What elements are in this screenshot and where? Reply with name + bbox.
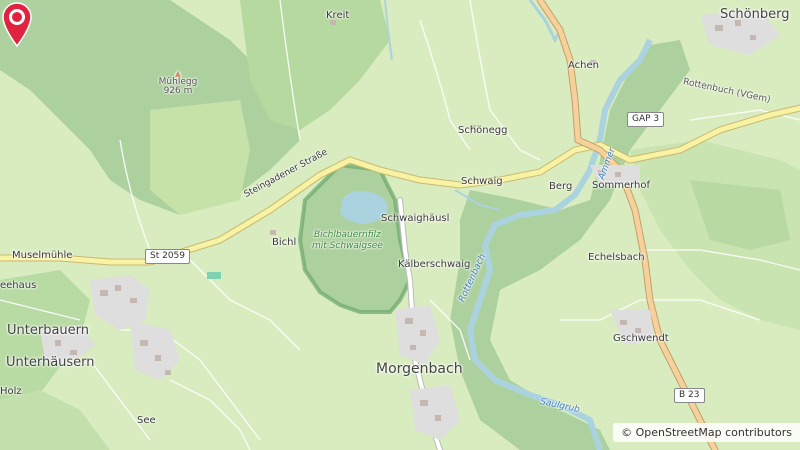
label-muselmuehle: Muselmühle — [12, 250, 73, 261]
label-schwaig: Schwaig — [461, 176, 503, 187]
label-unterhaeusern: Unterhäusern — [6, 355, 95, 370]
label-kreit: Kreit — [326, 10, 350, 21]
label-schwaighaeusl: Schwaighäusl — [381, 213, 450, 224]
label-echelsbach: Echelsbach — [588, 252, 645, 263]
label-schoenberg: Schönberg — [720, 7, 790, 22]
label-reserve-line1: Bichlbauernfilz — [314, 230, 381, 240]
label-gschwendt: Gschwendt — [613, 333, 669, 344]
shield-gap3: GAP 3 — [627, 112, 665, 127]
label-holz: Holz — [0, 386, 22, 397]
label-morgenbach: Morgenbach — [376, 361, 463, 377]
label-see: See — [137, 415, 156, 426]
label-eehaus: eehaus — [0, 280, 37, 291]
peak-muehlegg: ▲ Mühlegg 926 m — [150, 70, 206, 96]
map-canvas[interactable]: ▲ Mühlegg 926 m Kreit Schönberg Achen Sc… — [0, 0, 800, 450]
label-kaelberschwaig: Kälberschwaig — [398, 259, 471, 270]
label-reserve-line2: mit Schwaigsee — [312, 241, 383, 251]
label-sommerhof: Sommerhof — [592, 180, 651, 191]
map-base-layer — [0, 0, 800, 450]
attribution: © OpenStreetMap contributors — [613, 423, 800, 442]
label-achen: Achen — [568, 60, 599, 71]
copyright-symbol: © — [621, 426, 633, 439]
shield-st2059: St 2059 — [145, 249, 191, 264]
location-pin-icon[interactable] — [0, 0, 34, 48]
label-schoenegg: Schönegg — [458, 125, 508, 136]
label-berg: Berg — [549, 181, 573, 192]
label-bichl: Bichl — [272, 237, 297, 248]
peak-elevation: 926 m — [163, 86, 193, 96]
attribution-link[interactable]: OpenStreetMap contributors — [636, 426, 792, 439]
shield-b23: B 23 — [674, 388, 705, 403]
label-unterbauern: Unterbauern — [7, 323, 90, 338]
